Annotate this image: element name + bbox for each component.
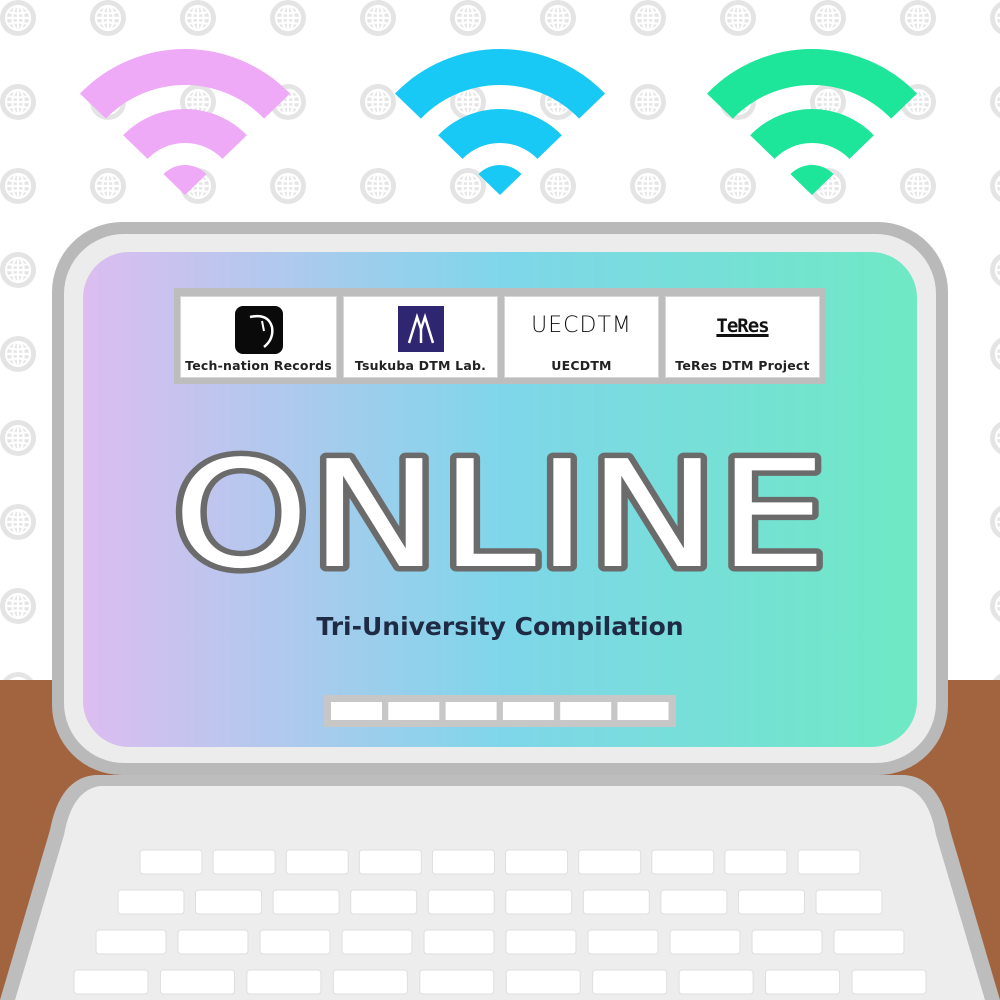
- keyboard-key: [505, 929, 577, 955]
- keyboard-key: [797, 849, 861, 875]
- keyboard-key: [259, 929, 331, 955]
- keyboard-key: [212, 849, 276, 875]
- loading-bar-segment: [560, 702, 612, 720]
- keyboard-key: [737, 889, 805, 915]
- keyboard-key: [669, 929, 741, 955]
- keyboard-key: [505, 889, 573, 915]
- keyboard-key: [592, 969, 668, 995]
- keyboard-key: [177, 929, 249, 955]
- keyboard-key: [765, 969, 841, 995]
- keyboard-key: [341, 929, 413, 955]
- keyboard-key: [431, 849, 495, 875]
- keyboard-key: [358, 849, 422, 875]
- keyboard-key: [350, 889, 418, 915]
- loading-bar-segment: [445, 702, 497, 720]
- svg-text:ONLINE: ONLINE: [173, 429, 828, 601]
- keyboard-key: [505, 849, 569, 875]
- keyboard-key: [332, 969, 408, 995]
- keyboard-key: [427, 889, 495, 915]
- keyboard-key: [139, 849, 203, 875]
- title-online: ONLINE: [167, 424, 833, 607]
- keyboard-key: [272, 889, 340, 915]
- keyboard-key: [195, 889, 263, 915]
- loading-bar-segment: [617, 702, 669, 720]
- keyboard-key: [751, 929, 823, 955]
- loading-bar-segment: [502, 702, 554, 720]
- keyboard-key: [651, 849, 715, 875]
- keyboard-key: [419, 969, 495, 995]
- keyboard-key: [95, 929, 167, 955]
- keyboard-key: [815, 889, 883, 915]
- loading-bar-segment: [388, 702, 440, 720]
- subtitle: Tri-University Compilation: [316, 612, 684, 641]
- keyboard-key: [159, 969, 235, 995]
- keyboard-key: [285, 849, 349, 875]
- keyboard-key: [851, 969, 927, 995]
- keyboard-key: [587, 929, 659, 955]
- keyboard-key: [505, 969, 581, 995]
- keyboard-key: [660, 889, 728, 915]
- keyboard-key: [833, 929, 905, 955]
- keyboard-key: [724, 849, 788, 875]
- keyboard-key: [73, 969, 149, 995]
- keyboard-key: [578, 849, 642, 875]
- keyboard-key: [582, 889, 650, 915]
- keyboard-key: [678, 969, 754, 995]
- keyboard-key: [117, 889, 185, 915]
- keyboard-key: [246, 969, 322, 995]
- loading-bar-segment: [331, 702, 382, 720]
- keyboard-key: [423, 929, 495, 955]
